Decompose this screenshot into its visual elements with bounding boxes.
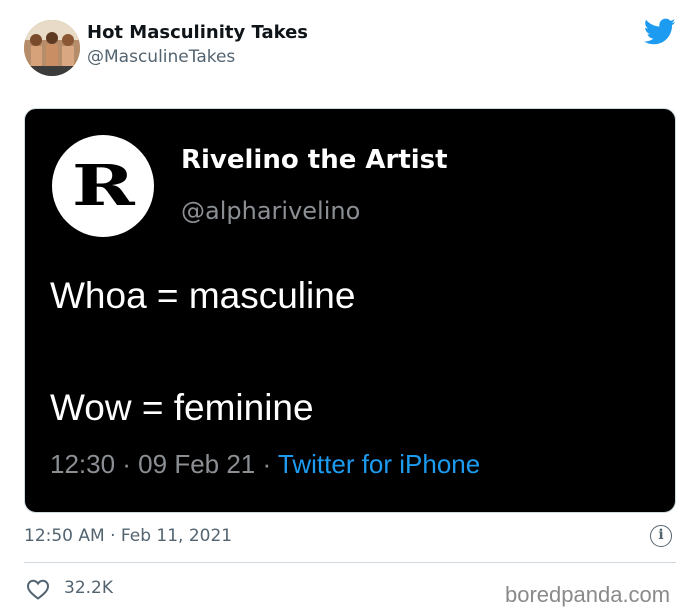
inner-meta-time: 12:30 · 09 Feb 21 · bbox=[50, 449, 278, 479]
tweet-card: Hot Masculinity Takes @MasculineTakes R … bbox=[0, 0, 700, 616]
avatar-image bbox=[24, 20, 80, 76]
divider bbox=[24, 562, 676, 563]
like-count[interactable]: 32.2K bbox=[64, 578, 113, 598]
heart-icon[interactable] bbox=[26, 578, 50, 600]
inner-display-name: Rivelino the Artist bbox=[181, 145, 448, 175]
inner-text-line-1: Whoa = masculine bbox=[50, 275, 356, 316]
inner-avatar: R bbox=[52, 135, 154, 237]
inner-avatar-letter: R bbox=[71, 153, 135, 219]
watermark: boredpanda.com bbox=[505, 582, 671, 607]
inner-text-line-2: Wow = feminine bbox=[50, 387, 314, 428]
author-handle[interactable]: @MasculineTakes bbox=[87, 47, 235, 67]
inner-meta: 12:30 · 09 Feb 21 · Twitter for iPhone bbox=[50, 449, 480, 480]
tweet-media-image[interactable]: R Rivelino the Artist @alpharivelino Who… bbox=[24, 108, 676, 513]
inner-handle: @alpharivelino bbox=[181, 197, 361, 225]
twitter-bird-icon[interactable] bbox=[644, 18, 676, 46]
author-display-name[interactable]: Hot Masculinity Takes bbox=[87, 22, 308, 43]
tweet-timestamp[interactable]: 12:50 AM · Feb 11, 2021 bbox=[24, 526, 232, 546]
inner-meta-source: Twitter for iPhone bbox=[277, 449, 481, 479]
info-icon[interactable]: i bbox=[650, 525, 672, 547]
avatar[interactable] bbox=[24, 20, 80, 76]
